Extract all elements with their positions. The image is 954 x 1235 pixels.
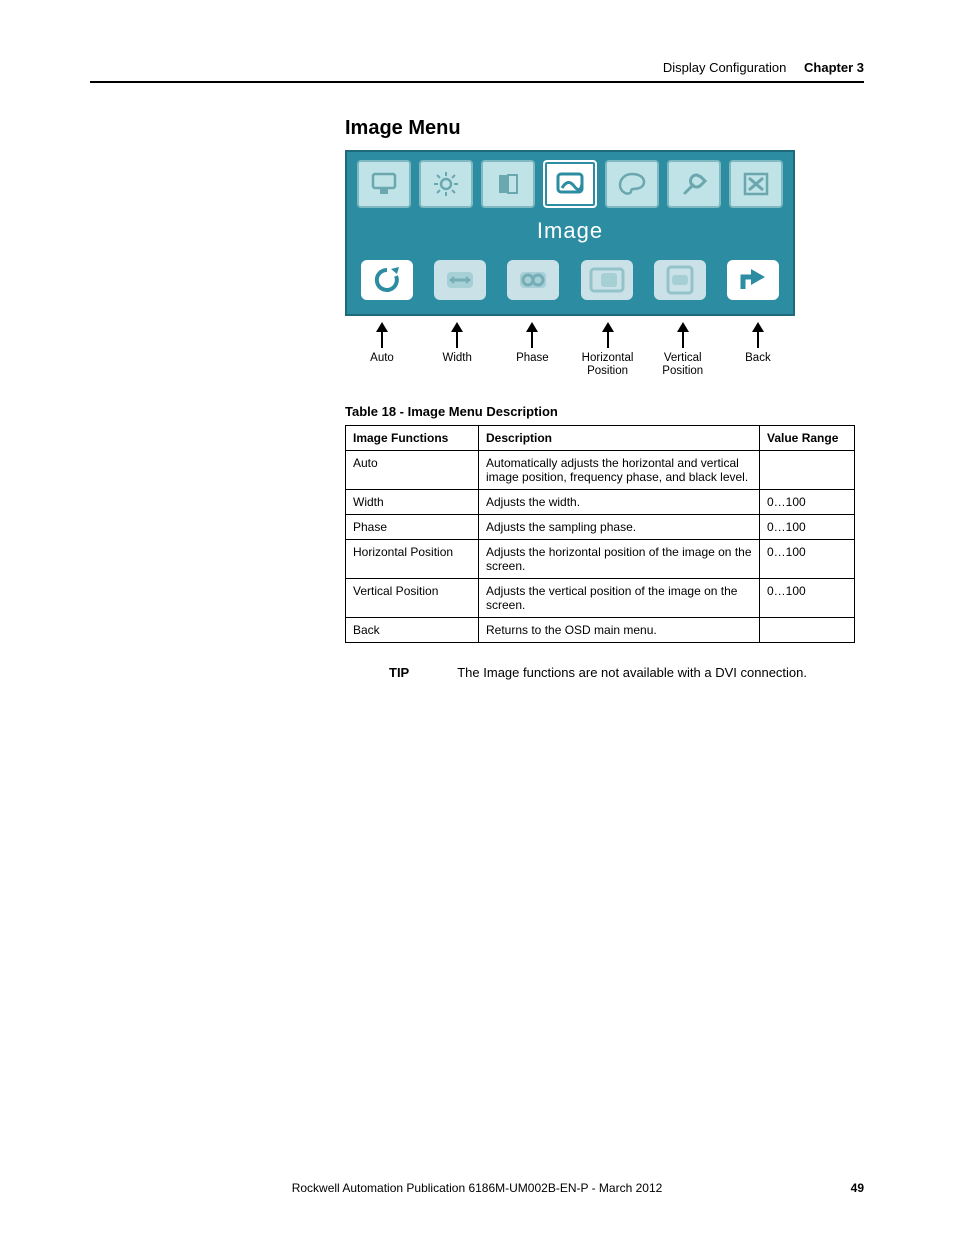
th-functions: Image Functions [346, 426, 479, 451]
header-section: Display Configuration [663, 60, 787, 75]
tip-text: The Image functions are not available wi… [457, 665, 807, 680]
arrow-label: VerticalPosition [662, 352, 703, 378]
tip-label: TIP [389, 665, 409, 680]
table-row: Vertical PositionAdjusts the vertical po… [346, 579, 855, 618]
osd-tab-brightness[interactable] [419, 160, 473, 208]
th-range: Value Range [760, 426, 855, 451]
osd-panel: Image [345, 150, 795, 316]
wrench-icon [679, 171, 709, 197]
vpos-icon [660, 265, 700, 295]
refresh-icon [370, 265, 404, 295]
th-description: Description [479, 426, 760, 451]
osd-bottom-buttons [357, 258, 783, 302]
osd-btn-phase[interactable] [503, 258, 563, 302]
osd-title: Image [357, 208, 783, 258]
close-icon [741, 171, 771, 197]
osd-arrow-labels: Auto Width Phase HorizontalPosition Vert… [345, 318, 795, 378]
osd-btn-auto[interactable] [357, 258, 417, 302]
arrow-label: HorizontalPosition [582, 352, 634, 378]
osd-tab-image[interactable] [543, 160, 597, 208]
osd-btn-back[interactable] [723, 258, 783, 302]
osd-btn-hpos[interactable] [577, 258, 637, 302]
image-menu-table: Image Functions Description Value Range … [345, 425, 855, 643]
hpos-icon [587, 265, 627, 295]
table-row: PhaseAdjusts the sampling phase.0…100 [346, 515, 855, 540]
osd-tab-tools[interactable] [667, 160, 721, 208]
arrow-label: Back [745, 352, 771, 365]
footer-page-number: 49 [851, 1181, 864, 1195]
table-row: Horizontal PositionAdjusts the horizonta… [346, 540, 855, 579]
arrow-label: Width [442, 352, 471, 365]
contrast-icon [493, 171, 523, 197]
arrow-label: Phase [516, 352, 549, 365]
tip-block: TIP The Image functions are not availabl… [345, 665, 864, 680]
header-chapter: Chapter 3 [804, 60, 864, 75]
monitor-icon [369, 171, 399, 197]
osd-tab-contrast[interactable] [481, 160, 535, 208]
back-icon [735, 265, 771, 295]
section-title: Image Menu [345, 117, 864, 140]
osd-btn-vpos[interactable] [650, 258, 710, 302]
width-icon [441, 266, 479, 294]
phase-icon [514, 266, 552, 294]
arrow-label: Auto [370, 352, 394, 365]
table-header-row: Image Functions Description Value Range [346, 426, 855, 451]
page-header: Display Configuration Chapter 3 [90, 60, 864, 83]
image-icon [554, 170, 586, 198]
palette-icon [617, 171, 647, 197]
footer-publication: Rockwell Automation Publication 6186M-UM… [292, 1181, 663, 1195]
osd-tab-close[interactable] [729, 160, 783, 208]
osd-top-tabs [357, 160, 783, 208]
sun-icon [431, 171, 461, 197]
page-footer: Rockwell Automation Publication 6186M-UM… [90, 1181, 864, 1195]
table-row: AutoAutomatically adjusts the horizontal… [346, 451, 855, 490]
table-caption: Table 18 - Image Menu Description [345, 404, 864, 419]
osd-btn-width[interactable] [430, 258, 490, 302]
osd-tab-monitor[interactable] [357, 160, 411, 208]
table-row: WidthAdjusts the width.0…100 [346, 490, 855, 515]
table-row: BackReturns to the OSD main menu. [346, 618, 855, 643]
osd-tab-color[interactable] [605, 160, 659, 208]
